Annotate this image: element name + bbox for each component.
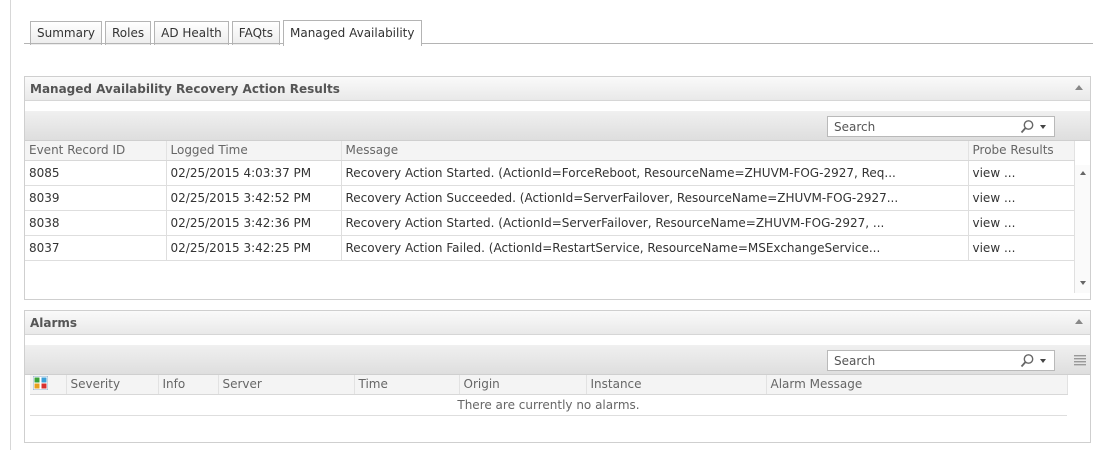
recovery-results-panel: Managed Availability Recovery Action Res… xyxy=(24,76,1091,300)
tab-managed-availability[interactable]: Managed Availability xyxy=(282,20,422,46)
column-chooser-icon[interactable] xyxy=(1074,354,1086,369)
probe-results-link[interactable]: view ... xyxy=(968,160,1075,186)
recovery-table: Event Record ID Logged Time Message Prob… xyxy=(25,141,1075,261)
col-message[interactable]: Message xyxy=(341,141,969,161)
table-row[interactable]: 8038 02/25/2015 3:42:36 PM Recovery Acti… xyxy=(25,210,1075,236)
col-event-record-id[interactable]: Event Record ID xyxy=(25,141,167,161)
table-row[interactable]: 8039 02/25/2015 3:42:52 PM Recovery Acti… xyxy=(25,185,1075,211)
alarms-toolbar xyxy=(25,345,1090,375)
recovery-scrollbar[interactable] xyxy=(1074,165,1090,293)
tab-ad-health[interactable]: AD Health xyxy=(154,21,229,45)
event-id-cell: 8037 xyxy=(25,235,167,261)
table-header-row: Severity Info Server Time Origin Instanc… xyxy=(30,375,1068,395)
col-probe-results[interactable]: Probe Results xyxy=(968,141,1075,161)
tab-faqts[interactable]: FAQts xyxy=(231,21,280,45)
chevron-down-icon[interactable] xyxy=(1040,124,1046,129)
empty-row: There are currently no alarms. xyxy=(30,394,1067,416)
table-row[interactable]: 8085 02/25/2015 4:03:37 PM Recovery Acti… xyxy=(25,160,1075,186)
recovery-search-input[interactable] xyxy=(828,117,1018,136)
search-icon[interactable] xyxy=(1018,352,1036,370)
col-alarm-message[interactable]: Alarm Message xyxy=(766,375,1068,395)
message-cell: Recovery Action Succeeded. (ActionId=Ser… xyxy=(341,185,969,211)
chevron-down-icon[interactable] xyxy=(1040,358,1046,363)
logged-time-cell: 02/25/2015 3:42:36 PM xyxy=(166,210,342,236)
col-instance[interactable]: Instance xyxy=(586,375,767,395)
tab-underline xyxy=(24,43,1093,44)
event-id-cell: 8085 xyxy=(25,160,167,186)
logged-time-cell: 02/25/2015 3:42:25 PM xyxy=(166,235,342,261)
tab-summary[interactable]: Summary xyxy=(30,21,102,45)
alarms-search-input[interactable] xyxy=(828,351,1018,370)
alarms-table: Severity Info Server Time Origin Instanc… xyxy=(30,375,1068,416)
col-origin[interactable]: Origin xyxy=(459,375,587,395)
probe-results-link[interactable]: view ... xyxy=(968,210,1075,236)
probe-results-link[interactable]: view ... xyxy=(968,235,1075,261)
tab-roles[interactable]: Roles xyxy=(105,21,152,45)
scroll-down-icon[interactable] xyxy=(1080,281,1086,285)
col-time[interactable]: Time xyxy=(354,375,460,395)
event-id-cell: 8038 xyxy=(25,210,167,236)
severity-icon xyxy=(32,375,49,393)
recovery-panel-title: Managed Availability Recovery Action Res… xyxy=(30,81,340,96)
severity-icon-column[interactable] xyxy=(30,375,67,395)
collapse-icon[interactable] xyxy=(1075,319,1083,324)
recovery-toolbar xyxy=(25,111,1090,141)
collapse-icon[interactable] xyxy=(1075,85,1083,90)
recovery-panel-header[interactable]: Managed Availability Recovery Action Res… xyxy=(25,77,1090,101)
col-severity[interactable]: Severity xyxy=(66,375,159,395)
alarms-search[interactable] xyxy=(827,350,1055,371)
message-cell: Recovery Action Failed. (ActionId=Restar… xyxy=(341,235,969,261)
search-icon[interactable] xyxy=(1018,118,1036,136)
tab-bar: Summary Roles AD Health FAQts Managed Av… xyxy=(30,19,425,46)
logged-time-cell: 02/25/2015 4:03:37 PM xyxy=(166,160,342,186)
scroll-up-icon[interactable] xyxy=(1080,171,1086,175)
alarms-panel: Alarms Search Severity Info Server Time … xyxy=(24,310,1091,443)
table-header-row: Event Record ID Logged Time Message Prob… xyxy=(25,141,1075,161)
alarms-panel-header[interactable]: Alarms xyxy=(25,311,1090,335)
alarms-panel-title: Alarms xyxy=(30,315,78,330)
col-logged-time[interactable]: Logged Time xyxy=(166,141,342,161)
col-server[interactable]: Server xyxy=(218,375,355,395)
col-info[interactable]: Info xyxy=(158,375,219,395)
recovery-search[interactable] xyxy=(827,116,1055,137)
message-cell: Recovery Action Started. (ActionId=Serve… xyxy=(341,210,969,236)
message-cell: Recovery Action Started. (ActionId=Force… xyxy=(341,160,969,186)
table-row[interactable]: 8037 02/25/2015 3:42:25 PM Recovery Acti… xyxy=(25,235,1075,261)
probe-results-link[interactable]: view ... xyxy=(968,185,1075,211)
empty-message: There are currently no alarms. xyxy=(30,394,1067,416)
logged-time-cell: 02/25/2015 3:42:52 PM xyxy=(166,185,342,211)
left-border xyxy=(10,0,11,450)
event-id-cell: 8039 xyxy=(25,185,167,211)
